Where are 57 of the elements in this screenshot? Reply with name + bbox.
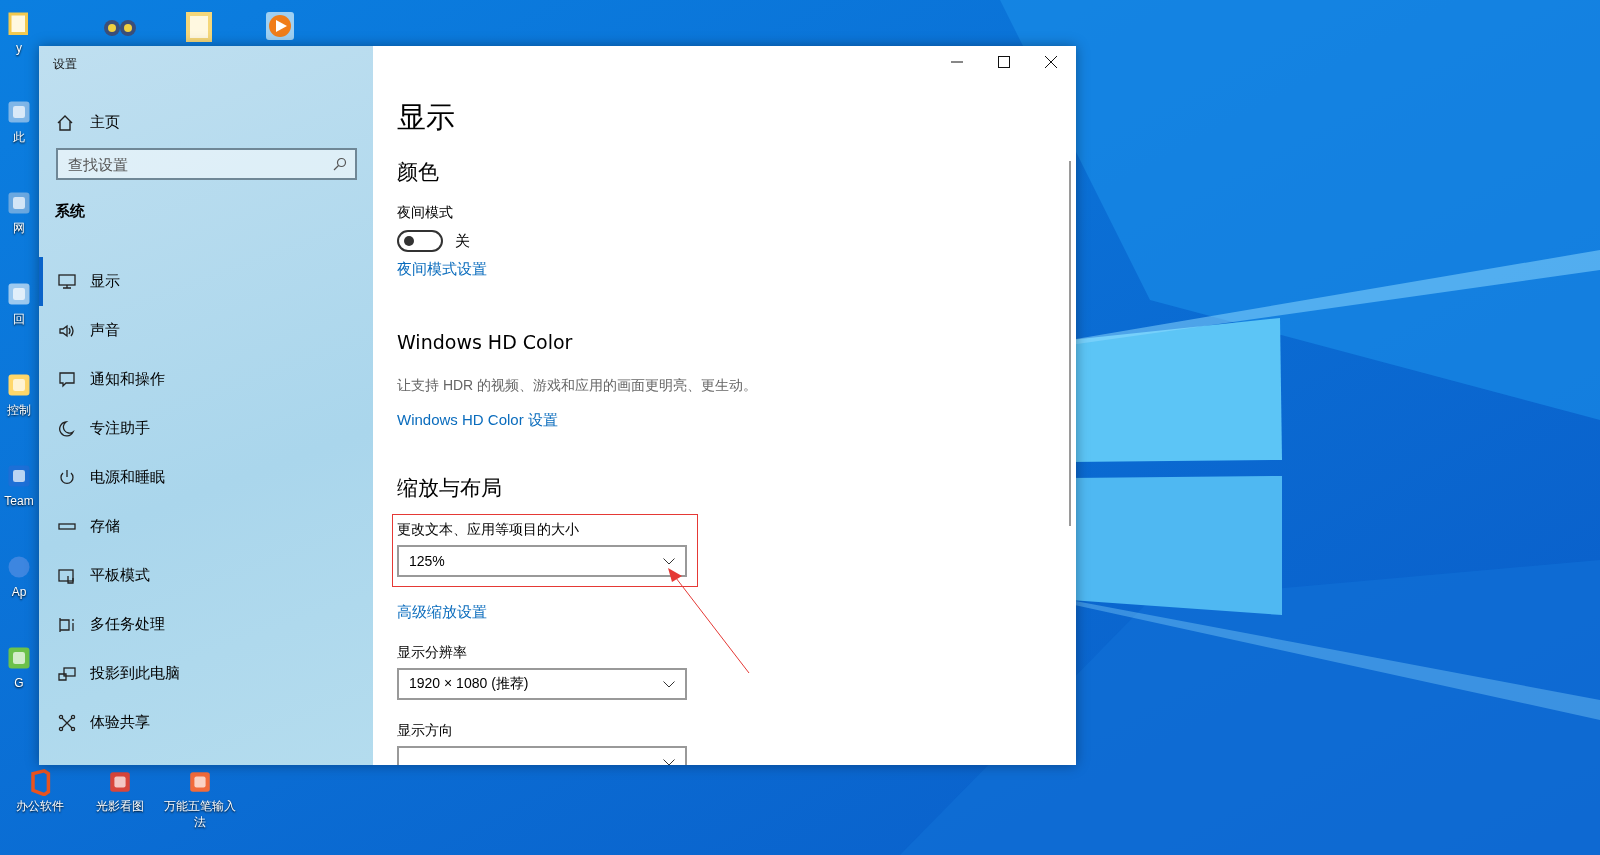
nav-item[interactable]: 存储	[39, 502, 373, 551]
settings-link[interactable]: Windows HD Color 设置	[397, 411, 558, 430]
tablet-icon	[58, 566, 76, 585]
home-link[interactable]: 主页	[56, 113, 120, 132]
page-title: 显示	[397, 100, 455, 135]
section-heading: Windows HD Color	[397, 331, 573, 353]
section-heading: 系统	[55, 202, 85, 221]
moon-icon	[58, 419, 76, 438]
nav-item[interactable]: 通知和操作	[39, 355, 373, 404]
maximize-icon[interactable]	[998, 56, 1010, 68]
chevron-down-icon	[663, 680, 675, 688]
setting-label: 更改文本、应用等项目的大小	[397, 521, 579, 539]
close-icon[interactable]	[1045, 56, 1057, 68]
home-icon	[56, 113, 74, 132]
icon-label: Ap	[10, 584, 28, 600]
window-title: 设置	[53, 56, 77, 73]
share-icon	[58, 713, 76, 732]
section-heading: 颜色	[397, 159, 439, 185]
icon-label: 办公软件	[15, 798, 65, 814]
nav-item[interactable]: 多任务处理	[39, 600, 373, 649]
chevron-down-icon	[663, 557, 675, 565]
storage-icon	[58, 523, 76, 530]
icon-label: 光影看图	[95, 798, 145, 814]
setting-label: 夜间模式	[397, 204, 453, 222]
power-icon	[58, 468, 76, 487]
settings-link[interactable]: 夜间模式设置	[397, 260, 487, 279]
nav-item[interactable]: 声音	[39, 306, 373, 355]
icon-label: 此	[12, 129, 26, 145]
icon-label: 万能五笔输入法	[163, 798, 237, 830]
project-icon	[58, 664, 76, 683]
icon-label: 网	[12, 220, 26, 236]
nav-item[interactable]: 电源和睡眠	[39, 453, 373, 502]
search-field[interactable]: 查找设置	[56, 148, 357, 180]
icon-label: G	[13, 675, 25, 691]
nav-item[interactable]: 投影到此电脑	[39, 649, 373, 698]
multitask-icon	[58, 615, 76, 634]
setting-label: 显示方向	[397, 722, 453, 740]
chevron-down-icon	[663, 758, 675, 765]
description: 让支持 HDR 的视频、游戏和应用的画面更明亮、更生动。	[397, 377, 758, 395]
section-heading: 缩放与布局	[397, 475, 502, 501]
dropdown[interactable]: 125%	[397, 545, 687, 577]
nav-item[interactable]: 专注助手	[39, 404, 373, 453]
nav-item[interactable]: 体验共享	[39, 698, 373, 747]
setting-label: 显示分辨率	[397, 644, 467, 662]
settings-link[interactable]: 高级缩放设置	[397, 603, 487, 622]
icon-label: Team	[3, 493, 35, 509]
icon-label: 回	[12, 311, 26, 327]
nav-item[interactable]: 平板模式	[39, 551, 373, 600]
icon-label: y	[15, 40, 23, 56]
dropdown[interactable]: 1920 × 1080 (推荐)	[397, 668, 687, 700]
notification-icon	[58, 370, 76, 389]
scrollbar[interactable]	[1069, 161, 1071, 526]
toggle-state: 关	[455, 231, 470, 251]
toggle-switch[interactable]	[397, 230, 443, 252]
search-icon	[333, 157, 347, 171]
icon-label: 控制	[6, 402, 32, 418]
display-icon	[58, 272, 76, 291]
